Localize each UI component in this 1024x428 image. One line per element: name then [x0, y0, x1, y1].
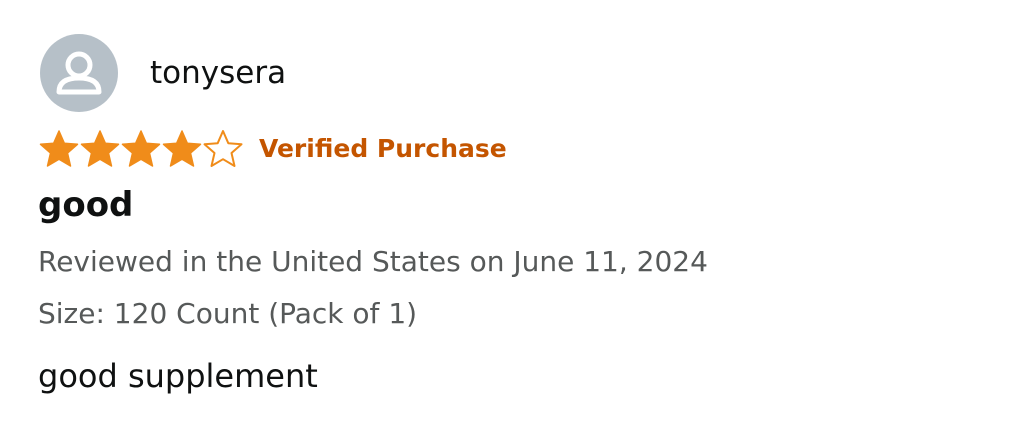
- reviewer-name[interactable]: tonysera: [150, 57, 286, 89]
- review-date: Reviewed in the United States on June 11…: [38, 245, 708, 278]
- user-avatar-icon[interactable]: [40, 34, 118, 112]
- review-title[interactable]: good: [38, 186, 133, 224]
- person-outline-icon: [56, 51, 102, 95]
- star-empty-icon: [202, 128, 244, 168]
- star-rating[interactable]: [38, 128, 243, 168]
- review-card: tonysera Verified Purchase good Reviewed…: [0, 0, 1024, 428]
- verified-purchase-badge[interactable]: Verified Purchase: [259, 136, 507, 161]
- star-filled-icon: [79, 128, 121, 168]
- review-body: good supplement: [38, 357, 318, 395]
- reviewer-profile[interactable]: tonysera: [40, 33, 286, 113]
- star-filled-icon: [161, 128, 203, 168]
- rating-row: Verified Purchase: [38, 128, 507, 168]
- star-filled-icon: [38, 128, 80, 168]
- product-variant: Size: 120 Count (Pack of 1): [38, 297, 418, 330]
- star-filled-icon: [120, 128, 162, 168]
